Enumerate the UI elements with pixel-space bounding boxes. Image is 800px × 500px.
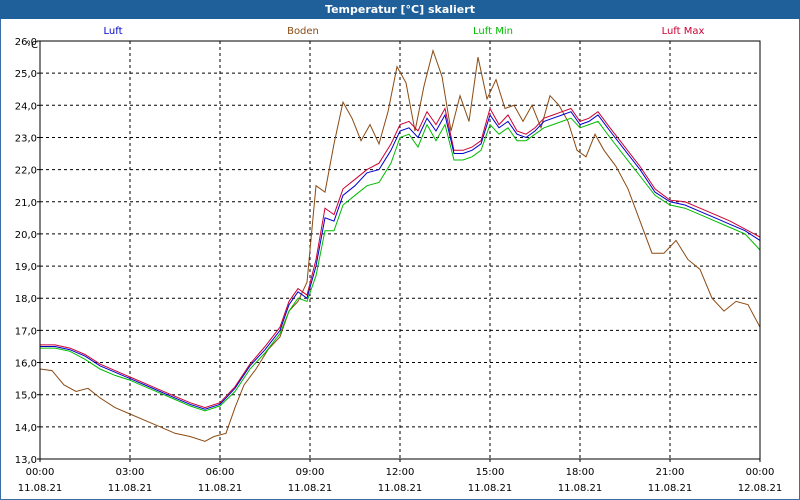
y-tick-label: 14,0: [15, 423, 37, 434]
y-tick-label: 21,0: [15, 198, 37, 209]
y-tick-label: 20,0: [15, 230, 37, 241]
y-tick-label: 13,0: [15, 455, 37, 466]
x-tick-date-label: 11.08.21: [108, 483, 153, 494]
y-tick-label: 19,0: [15, 262, 37, 273]
x-tick-date-label: 11.08.21: [378, 483, 423, 494]
x-tick-time-label: 15:00: [476, 467, 505, 478]
legend-entry: Luft Min: [473, 26, 513, 37]
y-tick-label: 15,0: [15, 391, 37, 402]
x-tick-time-label: 03:00: [116, 467, 145, 478]
y-tick-label: 26,0: [15, 37, 37, 48]
x-tick-time-label: 21:00: [656, 467, 685, 478]
legend-entry: Luft Max: [662, 26, 705, 37]
x-tick-date-label: 11.08.21: [648, 483, 693, 494]
x-tick-time-label: 12:00: [386, 467, 415, 478]
y-tick-label: 17,0: [15, 326, 37, 337]
legend-entry: Boden: [287, 26, 319, 37]
x-tick-date-label: 12.08.21: [738, 483, 783, 494]
y-tick-label: 18,0: [15, 294, 37, 305]
x-tick-time-label: 06:00: [206, 467, 235, 478]
y-axis-ticks: 13,0 14,0 15,0 16,0 17,0 18,0 19,0 20,0 21,0 22,0…: [15, 37, 40, 466]
y-tick-label: 22,0: [15, 166, 37, 177]
x-axis-ticks: 00:00 11.08.21 03:00 11.08.21 06:00 11.08.21 0…: [18, 459, 783, 494]
chart-title: Temperatur [°C] skaliert: [0, 0, 800, 19]
temperature-line-chart: Luft Boden Luft Min Luft Max °C 13,014,015,…: [15, 26, 783, 494]
x-tick-time-label: 09:00: [296, 467, 325, 478]
x-tick-date-label: 11.08.21: [288, 483, 333, 494]
x-tick-date-label: 11.08.21: [18, 483, 63, 494]
y-tick-label: 24,0: [15, 101, 37, 112]
legend-entry: Luft: [104, 26, 123, 37]
x-tick-time-label: 00:00: [26, 467, 55, 478]
x-tick-date-label: 11.08.21: [468, 483, 513, 494]
grid: [40, 41, 760, 459]
y-tick-label: 23,0: [15, 133, 37, 144]
y-tick-label: 16,0: [15, 359, 37, 370]
y-tick-label: 25,0: [15, 69, 37, 80]
x-tick-time-label: 00:00: [746, 467, 775, 478]
x-tick-time-label: 18:00: [566, 467, 595, 478]
x-tick-date-label: 11.08.21: [558, 483, 603, 494]
legend: Luft Boden Luft Min Luft Max: [104, 26, 705, 37]
x-tick-date-label: 11.08.21: [198, 483, 243, 494]
